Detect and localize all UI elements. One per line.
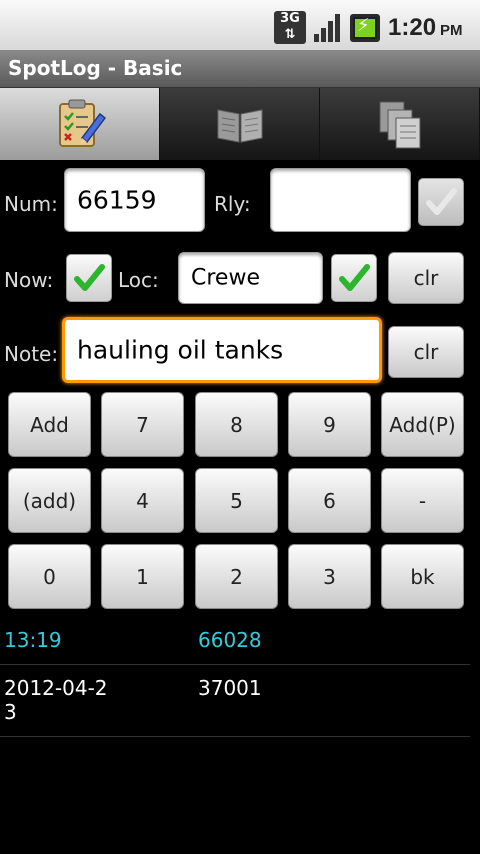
keypad-key[interactable]: 9	[288, 392, 371, 457]
keypad-key[interactable]: 7	[101, 392, 184, 457]
signal-strength-icon	[314, 14, 340, 42]
keypad-key[interactable]: 5	[195, 468, 278, 533]
keypad-key[interactable]: 2	[195, 544, 278, 609]
keypad-key[interactable]: 4	[101, 468, 184, 533]
keypad-key[interactable]: Add(P)	[381, 392, 464, 457]
tab-bar	[0, 88, 480, 160]
keypad-key[interactable]: (add)	[8, 468, 91, 533]
rly-checkbox[interactable]	[418, 178, 464, 226]
documents-icon	[379, 101, 420, 149]
tab-documents[interactable]	[320, 88, 480, 160]
num-input[interactable]: 66159	[64, 168, 205, 232]
app-title-bar: SpotLog - Basic	[0, 50, 480, 88]
now-checkbox[interactable]	[66, 254, 112, 302]
log-divider	[0, 664, 470, 665]
open-book-icon	[217, 109, 262, 143]
keypad-key[interactable]: 6	[288, 468, 371, 533]
rly-label: Rly:	[214, 192, 251, 216]
battery-charging-icon	[350, 14, 380, 42]
keypad-key[interactable]: 1	[101, 544, 184, 609]
log-entry-number: 66028	[198, 628, 262, 652]
check-icon	[339, 264, 370, 291]
checklist-pencil-icon	[58, 99, 106, 147]
keypad-key[interactable]: 3	[288, 544, 371, 609]
log-divider	[0, 736, 470, 737]
keypad-key[interactable]: Add	[8, 392, 91, 457]
num-label: Num:	[4, 192, 58, 216]
scrollbar-track	[470, 160, 480, 854]
status-bar: 3G⇅ 1:20PM	[0, 0, 480, 50]
keypad-key[interactable]: 8	[195, 392, 278, 457]
note-input-value: hauling oil tanks	[77, 335, 284, 365]
num-input-value: 66159	[77, 185, 157, 215]
network-type: 3G	[280, 11, 300, 26]
tab-book[interactable]	[160, 88, 320, 160]
check-icon	[74, 264, 105, 291]
3g-data-icon: 3G ⇅	[274, 11, 306, 44]
note-label: Note:	[4, 342, 59, 366]
log-entry-time: 2012-04-2 3	[4, 676, 108, 724]
loc-input-value: Crewe	[191, 265, 260, 291]
log-entry-number: 37001	[198, 676, 262, 700]
now-label: Now:	[4, 268, 54, 292]
status-clock: 1:20 PM	[388, 14, 463, 41]
keypad-key[interactable]: -	[381, 468, 464, 533]
tab-checklist[interactable]	[0, 88, 160, 160]
log-entry-time: 13:19	[4, 628, 62, 652]
app-title: SpotLog - Basic	[8, 56, 183, 80]
check-icon	[426, 188, 457, 215]
loc-clear-button[interactable]: clr	[388, 252, 464, 304]
keypad-key[interactable]: bk	[381, 544, 464, 609]
loc-input[interactable]: Crewe	[178, 252, 323, 304]
loc-checkbox[interactable]	[331, 254, 377, 302]
loc-label: Loc:	[118, 268, 159, 292]
note-input[interactable]: hauling oil tanks	[62, 317, 382, 383]
note-clear-button[interactable]: clr	[388, 326, 464, 378]
rly-input[interactable]	[270, 168, 411, 232]
keypad-key[interactable]: 0	[8, 544, 91, 609]
